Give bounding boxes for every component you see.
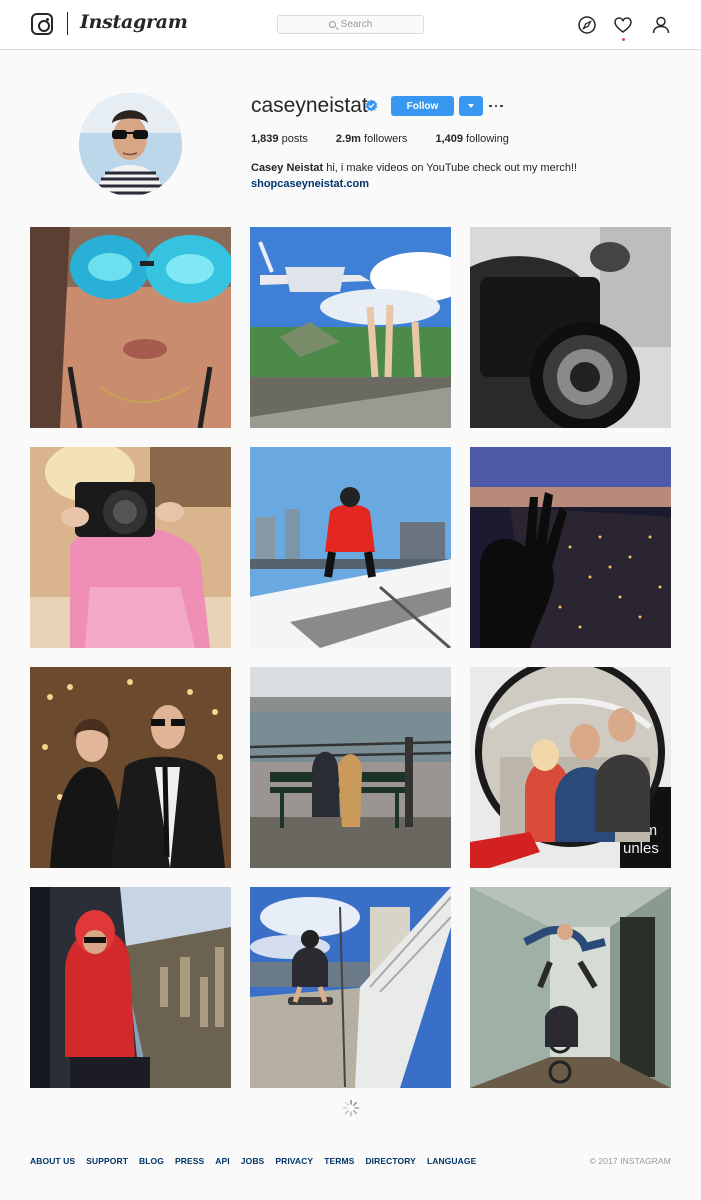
post-thumbnail[interactable] [30, 447, 231, 648]
profile-username: caseyneistat [251, 94, 368, 117]
search-icon [328, 21, 336, 28]
top-navigation-bar: Instagram Search [0, 0, 701, 50]
ellipsis-dot [494, 104, 498, 108]
posts-count: 1,839 [251, 133, 279, 145]
loading-spinner-icon [342, 1099, 360, 1117]
post-thumbnail[interactable] [250, 227, 451, 428]
search-input[interactable]: Search [277, 15, 424, 34]
profile-stats: 1,839 posts 2.9m followers 1,409 followi… [251, 133, 537, 145]
instagram-wordmark[interactable]: Instagram [80, 11, 188, 33]
post-thumbnail[interactable] [470, 447, 671, 648]
post-image [250, 227, 451, 428]
post-image [30, 667, 231, 868]
ellipsis-dot [500, 104, 503, 108]
profile-website-link[interactable]: shopcaseyneistat.com [251, 178, 369, 190]
profile-avatar[interactable] [79, 93, 182, 196]
posts-stat: 1,839 posts [251, 133, 308, 145]
post-thumbnail[interactable] [470, 887, 671, 1088]
following-count: 1,409 [435, 133, 463, 145]
follow-button[interactable]: Follow [391, 96, 454, 116]
search-placeholder: Search [340, 19, 373, 30]
followers-label: followers [364, 133, 408, 145]
post-thumbnail[interactable] [30, 887, 231, 1088]
copyright-notice: © 2017 INSTAGRAM [589, 1156, 671, 1166]
footer-link-jobs[interactable]: JOBS [241, 1156, 265, 1166]
followers-count: 2.9m [335, 133, 361, 145]
profile-bio: Casey Neistat hi, i make videos on YouTu… [251, 162, 577, 174]
post-image [30, 887, 231, 1088]
footer-links: ABOUT US SUPPORT BLOG PRESS API JOBS PRI… [30, 1156, 487, 1166]
svg-text:unles: unles [623, 840, 659, 857]
chevron-down-icon [468, 104, 474, 108]
post-image [30, 447, 231, 648]
more-options-button[interactable] [489, 96, 503, 116]
following-stat[interactable]: 1,409 following [435, 133, 508, 145]
post-thumbnail[interactable] [470, 227, 671, 428]
post-thumbnail[interactable] [30, 227, 231, 428]
followers-stat[interactable]: 2.9m followers [336, 133, 408, 145]
post-image [470, 887, 671, 1088]
post-image [470, 447, 671, 648]
post-thumbnail[interactable] [250, 887, 451, 1088]
post-image [250, 667, 451, 868]
explore-compass-icon[interactable] [577, 15, 597, 35]
instagram-camera-icon[interactable] [31, 13, 53, 35]
post-thumbnail[interactable] [250, 447, 451, 648]
post-thumbnail[interactable] [250, 667, 451, 868]
posts-label: posts [281, 133, 308, 145]
notification-dot [622, 38, 625, 41]
profile-bio-text: hi, i make videos on YouTube check out m… [326, 162, 578, 174]
post-image [250, 887, 451, 1088]
footer-link-api[interactable]: API [215, 1156, 229, 1166]
verified-badge-icon [365, 99, 378, 112]
following-label: following [466, 133, 509, 145]
footer-link-press[interactable]: PRESS [175, 1156, 204, 1166]
ellipsis-dot [489, 104, 492, 108]
profile-person-icon[interactable] [651, 15, 671, 35]
post-image [250, 447, 451, 648]
logo-divider [67, 12, 68, 35]
post-image [30, 227, 231, 428]
post-thumbnail[interactable]: vehi perm unles [470, 667, 671, 868]
activity-heart-icon[interactable] [613, 15, 633, 35]
suggestions-dropdown-button[interactable] [459, 96, 483, 116]
post-image [470, 227, 671, 428]
footer-link-terms[interactable]: TERMS [324, 1156, 354, 1166]
post-thumbnail[interactable] [30, 667, 231, 868]
footer-link-privacy[interactable]: PRIVACY [275, 1156, 313, 1166]
footer-link-language[interactable]: LANGUAGE [427, 1156, 476, 1166]
post-image: vehi perm unles [470, 667, 671, 868]
footer-link-blog[interactable]: BLOG [139, 1156, 164, 1166]
footer-link-about-us[interactable]: ABOUT US [30, 1156, 75, 1166]
profile-full-name: Casey Neistat [251, 162, 324, 174]
footer-link-support[interactable]: SUPPORT [86, 1156, 128, 1166]
footer-link-directory[interactable]: DIRECTORY [365, 1156, 416, 1166]
